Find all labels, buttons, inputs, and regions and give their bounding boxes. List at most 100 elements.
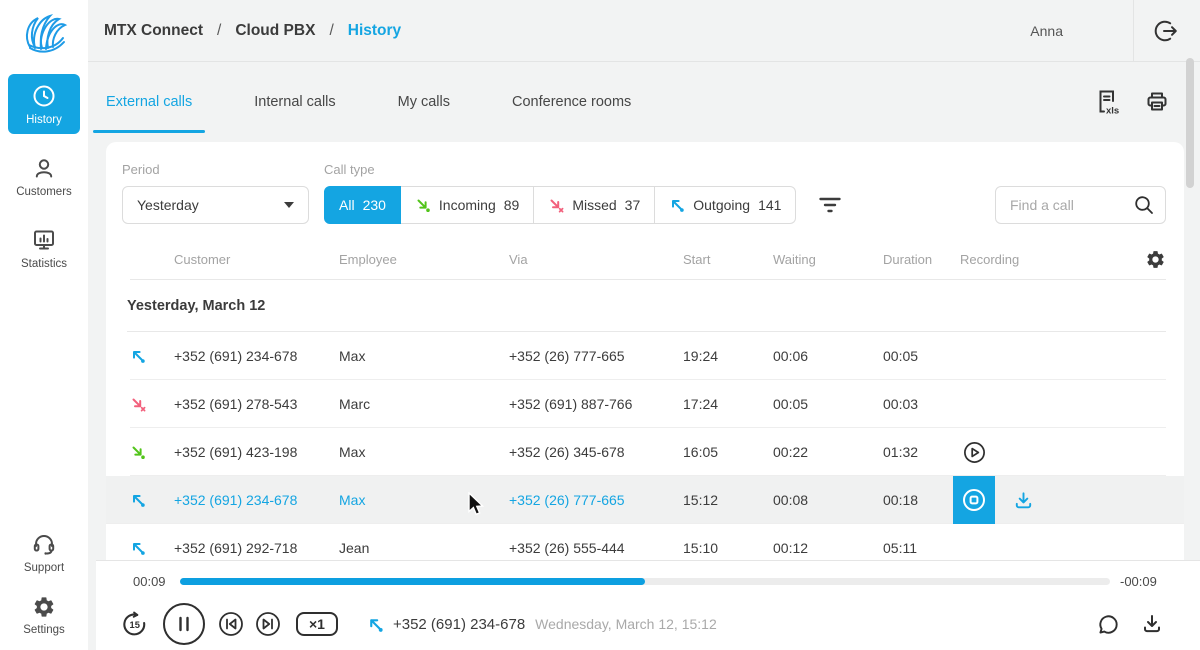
user-name[interactable]: Anna	[1030, 23, 1063, 39]
call-direction-incoming-icon	[130, 444, 174, 460]
logout-icon	[1154, 18, 1180, 44]
filter-lines-icon	[818, 193, 842, 217]
app-logo	[14, 8, 74, 62]
period-label: Period	[122, 162, 309, 177]
cell-start: 15:10	[683, 540, 773, 556]
download-recording-icon[interactable]	[1012, 489, 1035, 512]
sidebar-item-settings[interactable]: Settings	[8, 586, 80, 644]
segment-incoming[interactable]: Incoming 89	[401, 186, 534, 224]
vertical-scrollbar[interactable]	[1186, 58, 1194, 188]
player-progress-track[interactable]	[180, 578, 1110, 585]
topbar: MTX Connect / Cloud PBX / History Anna	[88, 0, 1200, 62]
cell-start: 15:12	[683, 492, 773, 508]
previous-track-button[interactable]	[216, 609, 246, 639]
rewind-15-button[interactable]: 15	[120, 610, 149, 639]
period-filter: Period Yesterday	[122, 162, 309, 224]
player-elapsed-time: 00:09	[133, 574, 166, 589]
segment-all[interactable]: All 230	[324, 186, 401, 224]
svg-text:15: 15	[130, 620, 140, 630]
cell-customer[interactable]: +352 (691) 278-543	[174, 396, 339, 412]
breadcrumb-separator: /	[217, 22, 221, 40]
sidebar-item-customers[interactable]: Customers	[8, 146, 80, 206]
cell-employee[interactable]: Max	[339, 444, 509, 460]
tab-my-calls[interactable]: My calls	[385, 71, 463, 133]
cell-waiting: 00:12	[773, 540, 883, 556]
col-header-start[interactable]: Start	[683, 252, 773, 267]
cell-customer[interactable]: +352 (691) 234-678	[174, 348, 339, 364]
comment-bubble-button[interactable]	[1096, 612, 1121, 637]
sidebar-item-label: Settings	[23, 624, 65, 636]
period-value: Yesterday	[137, 197, 199, 213]
segment-count: 141	[758, 197, 781, 213]
cell-duration: 00:03	[883, 396, 953, 412]
cell-customer[interactable]: +352 (691) 423-198	[174, 444, 339, 460]
svg-text:xls: xls	[1106, 105, 1119, 116]
print-button[interactable]	[1144, 89, 1170, 115]
call-direction-missed-icon	[130, 396, 174, 412]
tab-label: My calls	[398, 94, 450, 110]
download-call-button[interactable]	[1140, 612, 1164, 636]
col-header-waiting[interactable]: Waiting	[773, 252, 883, 267]
breadcrumb-product[interactable]: Cloud PBX	[235, 22, 315, 40]
tab-internal-calls[interactable]: Internal calls	[241, 71, 348, 133]
more-filters-button[interactable]	[812, 186, 848, 224]
sidebar-item-history[interactable]: History	[8, 74, 80, 134]
cell-employee[interactable]: Marc	[339, 396, 509, 412]
table-row[interactable]: +352 (691) 278-543 Marc +352 (691) 887-7…	[130, 380, 1166, 428]
cell-employee[interactable]: Jean	[339, 540, 509, 556]
tab-label: Internal calls	[254, 94, 335, 110]
cell-duration: 05:11	[883, 540, 953, 556]
cell-employee[interactable]: Max	[339, 348, 509, 364]
cell-customer[interactable]: +352 (691) 292-718	[174, 540, 339, 556]
cell-waiting: 00:08	[773, 492, 883, 508]
pause-button[interactable]	[162, 602, 206, 646]
player-progress-fill[interactable]	[180, 578, 645, 585]
segment-missed[interactable]: Missed 37	[534, 186, 655, 224]
search-icon[interactable]	[1133, 194, 1155, 216]
segment-outgoing[interactable]: Outgoing 141	[655, 186, 796, 224]
segment-label: Missed	[572, 197, 616, 213]
col-header-recording: Recording	[953, 249, 1166, 270]
segment-label: Incoming	[439, 197, 496, 213]
sidebar-item-label: Support	[24, 562, 64, 574]
search-input[interactable]	[1010, 197, 1133, 213]
user-area: Anna	[1030, 0, 1200, 61]
outgoing-arrow-icon	[669, 197, 685, 213]
col-header-via[interactable]: Via	[509, 252, 683, 267]
table-row-selected[interactable]: +352 (691) 234-678 Max +352 (26) 777-665…	[106, 476, 1184, 524]
segment-count: 89	[504, 197, 520, 213]
column-settings-gear-icon[interactable]	[1145, 249, 1166, 270]
call-direction-outgoing-icon	[130, 492, 174, 508]
cell-recording	[953, 428, 1166, 476]
next-track-button[interactable]	[253, 609, 283, 639]
audio-player-bar: 00:09 -00:09 15 ×1 +352 (691) 234-678	[96, 560, 1200, 650]
tab-label: Conference rooms	[512, 94, 631, 110]
breadcrumb-account[interactable]: MTX Connect	[104, 22, 203, 40]
cell-customer[interactable]: +352 (691) 234-678	[174, 492, 339, 508]
period-dropdown[interactable]: Yesterday	[122, 186, 309, 224]
col-header-customer[interactable]: Customer	[174, 252, 339, 267]
stop-recording-button[interactable]	[953, 476, 995, 524]
col-header-employee[interactable]: Employee	[339, 252, 509, 267]
tabbar: External calls Internal calls My calls C…	[88, 63, 1200, 140]
calltype-label: Call type	[324, 162, 796, 177]
missed-arrow-icon	[548, 197, 564, 213]
sidebar-item-statistics[interactable]: Statistics	[8, 218, 80, 278]
cell-start: 19:24	[683, 348, 773, 364]
cell-waiting: 00:22	[773, 444, 883, 460]
table-row[interactable]: +352 (691) 423-198 Max +352 (26) 345-678…	[130, 428, 1166, 476]
tab-conference-rooms[interactable]: Conference rooms	[499, 71, 644, 133]
export-xls-button[interactable]: xls	[1092, 87, 1120, 117]
logout-button[interactable]	[1134, 18, 1200, 44]
playback-speed-button[interactable]: ×1	[296, 612, 338, 636]
call-direction-outgoing-icon	[130, 540, 174, 556]
play-recording-button[interactable]	[962, 440, 987, 465]
table-row[interactable]: +352 (691) 234-678 Max +352 (26) 777-665…	[130, 332, 1166, 380]
tab-external-calls[interactable]: External calls	[93, 71, 205, 133]
call-direction-outgoing-icon	[367, 616, 384, 633]
sidebar-item-support[interactable]: Support	[8, 522, 80, 582]
chevron-down-icon	[284, 202, 294, 208]
col-header-duration[interactable]: Duration	[883, 252, 953, 267]
segment-label: All	[339, 197, 355, 213]
cell-employee[interactable]: Max	[339, 492, 509, 508]
